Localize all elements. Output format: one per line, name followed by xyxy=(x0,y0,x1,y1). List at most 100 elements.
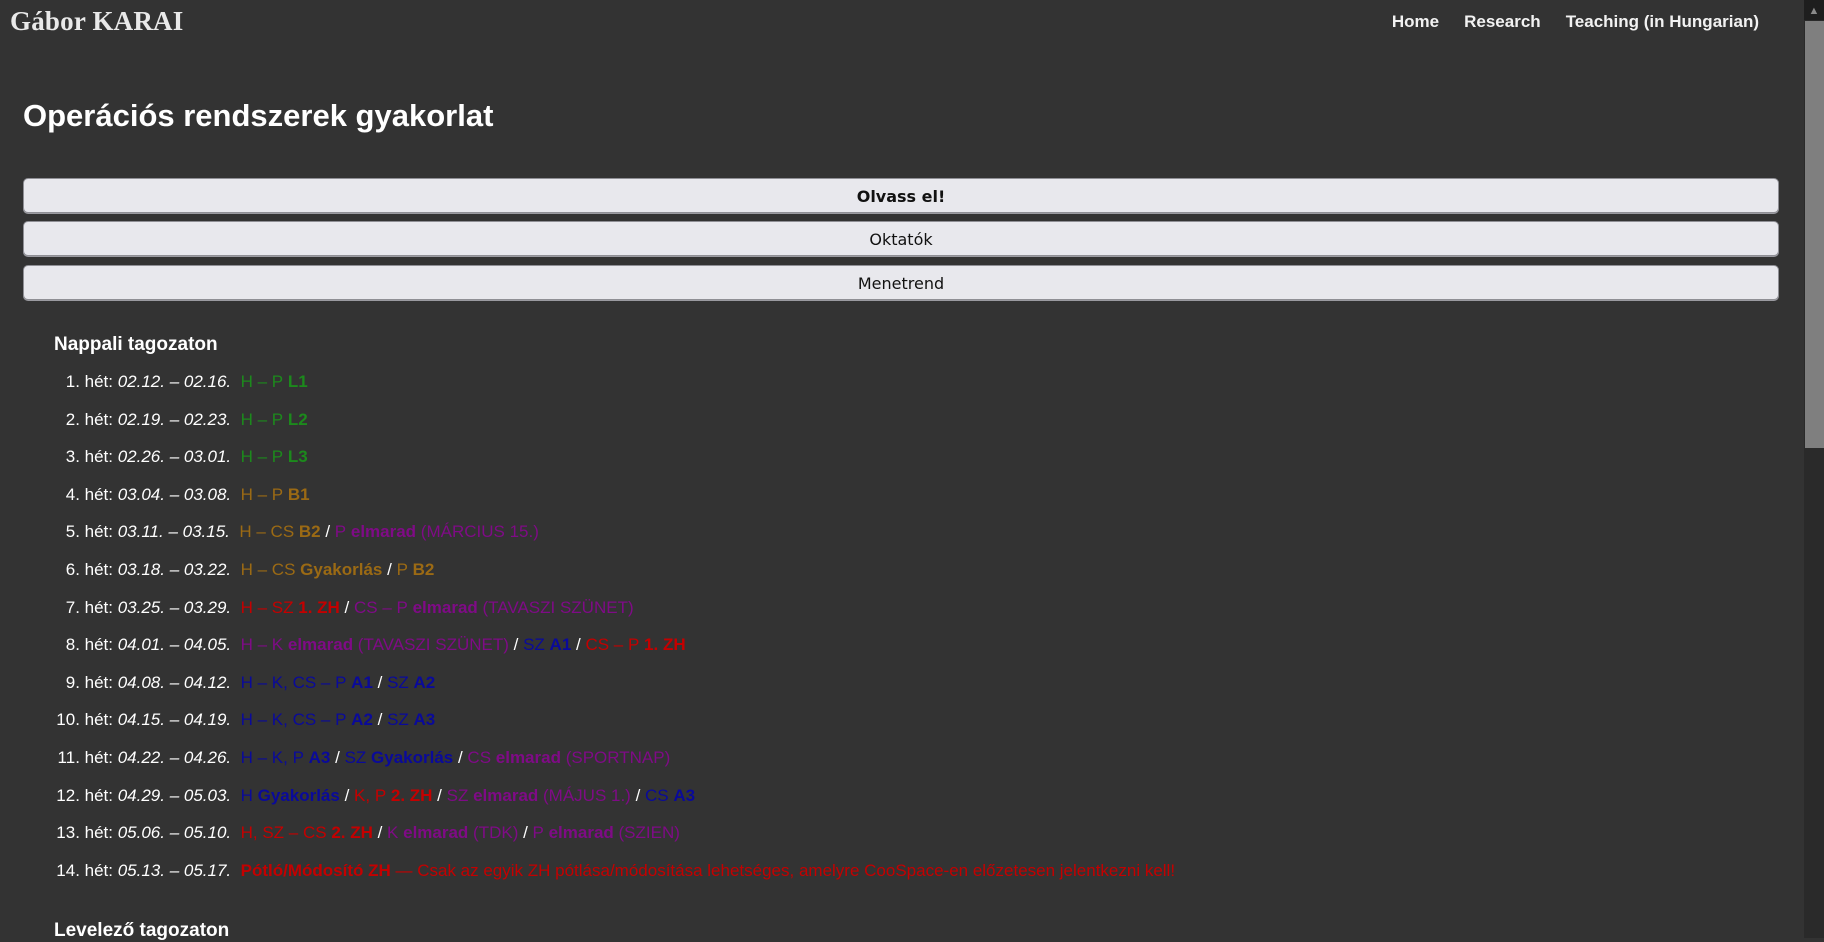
week-dates: 03.11. – 03.15. xyxy=(113,522,235,542)
schedule-entry: (TAVASZI SZÜNET) xyxy=(353,635,509,655)
schedule-entry: B2 xyxy=(298,522,321,542)
schedule-entry: A1 xyxy=(549,635,572,655)
schedule-entry: H – CS xyxy=(240,559,301,579)
schedule-entry: H – P xyxy=(240,372,288,391)
separator: / xyxy=(630,785,646,805)
separator: / xyxy=(330,747,345,767)
schedule-entry: Gyakorlás xyxy=(371,747,454,767)
schedule-entry: SZ xyxy=(523,635,550,655)
schedule-entry: B1 xyxy=(287,484,310,504)
separator: / xyxy=(382,559,397,579)
week-row: 2. hét: 02.19. – 02.23. H – P L2 xyxy=(55,408,308,432)
week-dates: 03.18. – 03.22. xyxy=(113,559,236,579)
day-section-title: Nappali tagozaton xyxy=(54,334,218,355)
schedule-entry: SZ xyxy=(387,710,414,730)
page-title: Operációs rendszerek gyakorlat xyxy=(23,98,494,133)
week-dates: 04.22. – 04.26. xyxy=(113,747,236,767)
read-me-button[interactable]: Olvass el! xyxy=(23,178,1779,213)
schedule-entry: L1 xyxy=(287,372,308,391)
week-number: 6. hét: xyxy=(65,559,113,579)
week-dates: 02.12. – 02.16. xyxy=(113,372,236,391)
week-row: 10. hét: 04.15. – 04.19. H – K, CS – P A… xyxy=(55,708,435,732)
separator: / xyxy=(372,710,388,730)
week-number: 4. hét: xyxy=(65,484,113,504)
schedule-entry: 2. ZH xyxy=(390,785,433,805)
week-row: 12. hét: 04.29. – 05.03. H Gyakorlás / K… xyxy=(55,784,695,808)
nav-home[interactable]: Home xyxy=(1392,12,1439,32)
schedule-entry: A3 xyxy=(413,710,436,730)
site-logo[interactable]: Gábor KARAI xyxy=(10,6,183,37)
week-row: 7. hét: 03.25. – 03.29. H – SZ 1. ZH / C… xyxy=(55,596,634,620)
schedule-entry: H – K, CS – P xyxy=(240,710,352,730)
separator: / xyxy=(453,747,468,767)
schedule-entry: elmarad xyxy=(403,823,469,843)
schedule-entry: SZ xyxy=(387,672,414,692)
schedule-entry: L3 xyxy=(287,447,308,467)
schedule-entry: H – K, P xyxy=(240,747,309,767)
vertical-scrollbar[interactable]: ▲ xyxy=(1804,0,1824,938)
schedule-entry: 1. ZH xyxy=(298,597,340,617)
week-dates: 02.26. – 03.01. xyxy=(113,447,236,467)
schedule-entry: elmarad xyxy=(412,597,478,617)
schedule-entry: P xyxy=(396,559,413,579)
schedule-entry: H – K, CS – P xyxy=(240,672,352,692)
week-dates: 03.04. – 03.08. xyxy=(113,484,236,504)
week-row: 6. hét: 03.18. – 03.22. H – CS Gyakorlás… xyxy=(55,558,435,582)
schedule-entry: CS – P xyxy=(585,635,645,655)
schedule-entry: H – P xyxy=(240,409,288,429)
main-nav: Home Research Teaching (in Hungarian) xyxy=(1367,12,1759,32)
schedule-entry: Gyakorlás xyxy=(300,559,383,579)
week-row: 8. hét: 04.01. – 04.05. H – K elmarad (T… xyxy=(55,633,686,657)
schedule-entry: CS xyxy=(645,785,674,805)
schedule-entry: P xyxy=(334,522,351,542)
schedule-entry: (MÁRCIUS 15.) xyxy=(416,522,539,542)
schedule-entry: SZ xyxy=(344,747,372,767)
scroll-up-arrow-icon[interactable]: ▲ xyxy=(1804,0,1824,20)
week-dates: 05.06. – 05.10. xyxy=(113,823,236,843)
separator: / xyxy=(339,597,354,617)
schedule-entry: H – P xyxy=(240,484,288,504)
week-number: 14. hét: xyxy=(56,860,113,880)
schedule-button[interactable]: Menetrend xyxy=(23,265,1779,300)
week-row: 11. hét: 04.22. – 04.26. H – K, P A3 / S… xyxy=(55,746,671,770)
week-number: 11. hét: xyxy=(57,747,113,767)
schedule-entry: elmarad xyxy=(287,635,354,655)
week-row: 14. hét: 05.13. – 05.17. Pótló/Módosító … xyxy=(55,859,1175,883)
week-row: 5. hét: 03.11. – 03.15. H – CS B2 / P el… xyxy=(55,520,539,544)
scrollbar-thumb[interactable] xyxy=(1805,21,1824,448)
schedule-entry: elmarad xyxy=(350,522,417,542)
instructors-button[interactable]: Oktatók xyxy=(23,221,1779,256)
separator: / xyxy=(432,785,447,805)
week-row: 9. hét: 04.08. – 04.12. H – K, CS – P A1… xyxy=(55,671,436,695)
separator: / xyxy=(518,823,533,843)
schedule-entry: H – CS xyxy=(239,522,299,542)
nav-research[interactable]: Research xyxy=(1464,12,1541,32)
week-dates: 05.13. – 05.17. xyxy=(113,860,236,880)
schedule-entry: elmarad xyxy=(548,823,614,843)
week-row: 4. hét: 03.04. – 03.08. H – P B1 xyxy=(55,483,310,507)
schedule-entry: SZ xyxy=(446,785,474,805)
schedule-entry: A3 xyxy=(308,747,331,767)
separator: / xyxy=(339,785,355,805)
nav-teaching[interactable]: Teaching (in Hungarian) xyxy=(1566,12,1759,32)
site-header: Gábor KARAI Home Research Teaching (in H… xyxy=(0,0,1804,46)
schedule-entry: (TAVASZI SZÜNET) xyxy=(477,597,634,617)
schedule-entry: (SPORTNAP) xyxy=(560,747,671,767)
week-dates: 03.25. – 03.29. xyxy=(113,597,236,617)
schedule-entry: H, SZ – CS xyxy=(240,823,332,843)
week-number: 2. hét: xyxy=(65,409,113,429)
schedule-entry: L2 xyxy=(287,409,308,429)
schedule-entry: elmarad xyxy=(495,747,561,767)
schedule-entry: 1. ZH xyxy=(644,635,686,655)
schedule-entry: H – SZ xyxy=(240,597,299,617)
week-dates: 04.01. – 04.05. xyxy=(113,635,236,655)
week-number: 12. hét: xyxy=(56,785,113,805)
schedule-entry: K, P xyxy=(354,785,391,805)
schedule-entry: elmarad xyxy=(473,785,539,805)
schedule-entry: Pótló/Módosító ZH xyxy=(240,860,391,880)
schedule-entry: Gyakorlás xyxy=(257,785,340,805)
week-number: 7. hét: xyxy=(65,597,113,617)
schedule-entry: (MÁJUS 1.) xyxy=(538,785,631,805)
schedule-entry: A1 xyxy=(351,672,373,692)
schedule-entry: A3 xyxy=(673,785,696,805)
